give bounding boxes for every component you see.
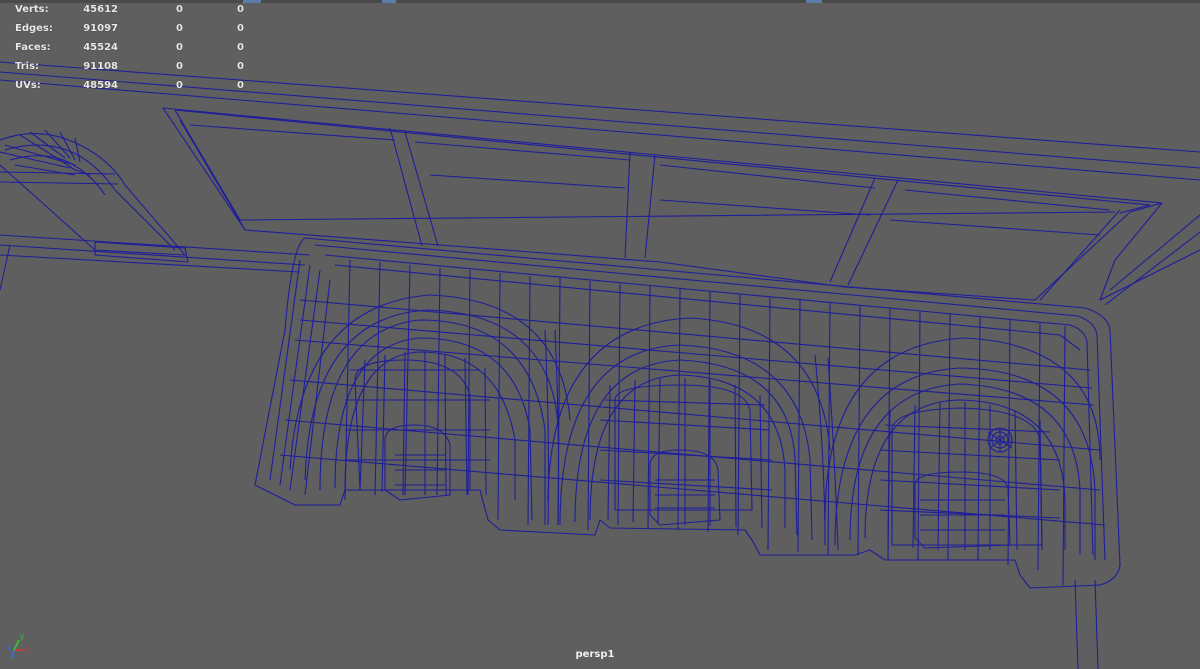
hud-row: Verts: 45612 0 0 xyxy=(0,0,260,19)
hud-row: Faces: 45524 0 0 xyxy=(0,38,260,57)
hud-row: Tris: 91108 0 0 xyxy=(0,57,260,76)
hud-value-selected: 0 xyxy=(176,42,183,53)
hud-value-selected-component: 0 xyxy=(237,80,244,91)
hud-value-selected: 0 xyxy=(176,23,183,34)
hud-value-total: 91097 xyxy=(83,23,118,34)
z-axis-label: z xyxy=(7,643,11,652)
hud-row: Edges: 91097 0 0 xyxy=(0,19,260,38)
view-axis-gizmo: x y z xyxy=(7,632,29,659)
hud-value-selected-component: 0 xyxy=(237,4,244,15)
hud-value-selected: 0 xyxy=(176,80,183,91)
x-axis-label: x xyxy=(25,645,29,654)
arch-middle xyxy=(547,317,831,541)
hud-value-total: 45612 xyxy=(83,4,118,15)
pipe-edge xyxy=(1104,214,1200,306)
ceiling-beam-edge xyxy=(0,79,1200,181)
hud-row-label: Edges: xyxy=(15,23,53,34)
perspective-viewport[interactable]: Verts: 45612 0 0 Edges: 91097 0 0 Faces: 45524 0 0 T… xyxy=(0,0,1200,669)
wall-edge xyxy=(0,244,11,291)
hud-value-selected: 0 xyxy=(176,4,183,15)
hud-value-selected: 0 xyxy=(176,61,183,72)
hud-row: UVs: 48594 0 0 xyxy=(0,76,260,95)
hud-value-total: 48594 xyxy=(83,80,118,91)
arch-right xyxy=(824,337,1101,560)
hud-row-label: Verts: xyxy=(15,4,49,15)
wireframe-mesh[interactable] xyxy=(0,0,1200,669)
hud-value-total: 45524 xyxy=(83,42,118,53)
camera-name-label: persp1 xyxy=(575,649,615,660)
hud-value-selected-component: 0 xyxy=(237,42,244,53)
ceiling-frame xyxy=(162,107,1163,301)
hud-row-label: Tris: xyxy=(15,61,40,72)
hud-value-total: 91108 xyxy=(83,61,118,72)
z-axis-line xyxy=(11,649,15,659)
pipe-edge xyxy=(1074,249,1200,669)
y-axis-label: y xyxy=(20,632,24,641)
left-arch xyxy=(0,129,189,263)
y-axis-line xyxy=(13,639,20,651)
hud-value-selected-component: 0 xyxy=(237,61,244,72)
hud-value-selected-component: 0 xyxy=(237,23,244,34)
hud-row-label: UVs: xyxy=(15,80,41,91)
hud-row-label: Faces: xyxy=(15,42,51,53)
